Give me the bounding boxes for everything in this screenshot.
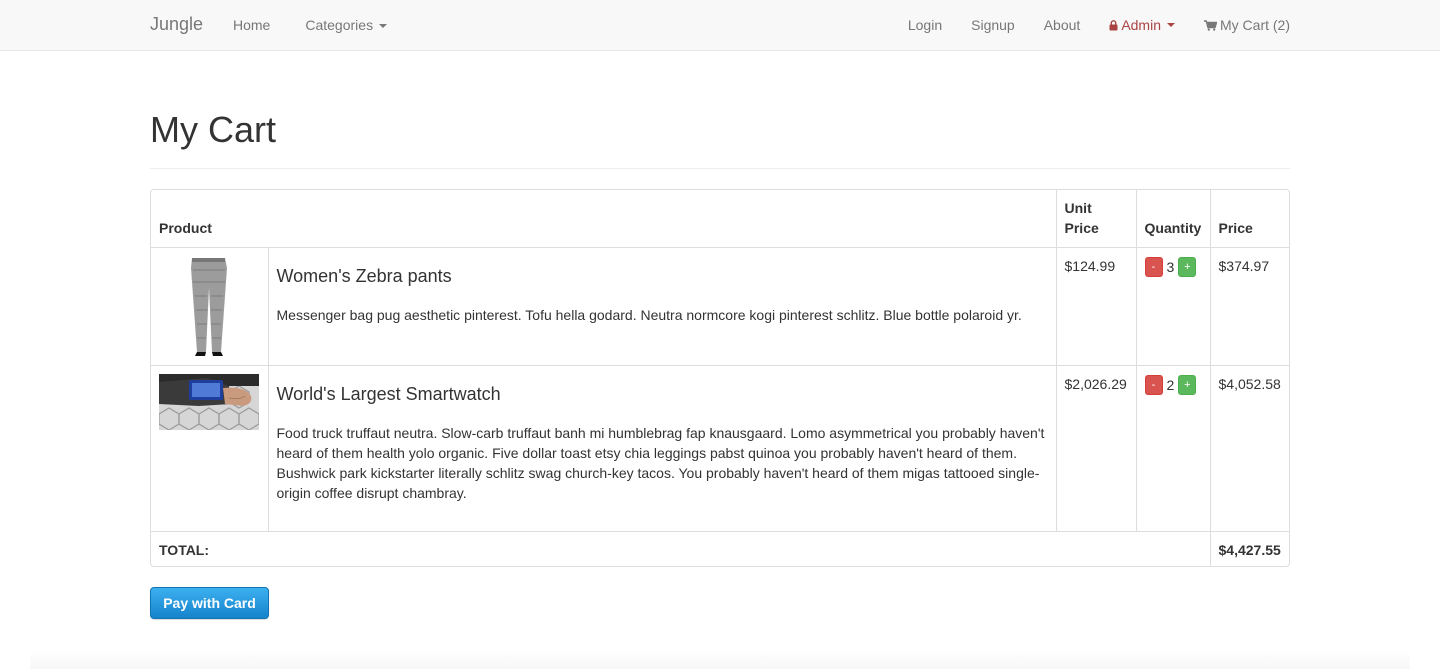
total-row: TOTAL: $4,427.55 <box>151 531 1289 566</box>
navbar: Jungle Home Categories Login Signup Abou… <box>0 0 1440 51</box>
increase-quantity-button[interactable]: + <box>1178 375 1197 395</box>
nav-categories-label: Categories <box>305 17 374 33</box>
table-row: Women's Zebra pants Messenger bag pug ae… <box>151 247 1289 366</box>
nav-login-link[interactable]: Login <box>908 0 942 50</box>
product-name[interactable]: World's Largest Smartwatch <box>277 384 1048 404</box>
line-price-cell: $374.97 <box>1209 247 1289 366</box>
product-image-pants <box>159 256 259 357</box>
header-product: Product <box>151 190 1057 248</box>
quantity-stepper: - 3 + <box>1144 257 1202 277</box>
total-label: TOTAL: <box>151 531 1211 566</box>
nav-cart-label: My Cart (2) <box>1220 17 1290 33</box>
unit-price-cell: $2,026.29 <box>1055 365 1137 532</box>
increase-quantity-button[interactable]: + <box>1178 257 1197 277</box>
table-row: World's Largest Smartwatch Food truck tr… <box>151 365 1289 532</box>
product-image-smartwatch <box>159 374 259 430</box>
product-name[interactable]: Women's Zebra pants <box>277 266 1048 286</box>
nav-categories-dropdown[interactable]: Categories <box>305 0 388 50</box>
quantity-value: 3 <box>1166 259 1175 275</box>
quantity-stepper: - 2 + <box>1144 375 1202 395</box>
nav-admin-label: Admin <box>1121 17 1161 33</box>
quantity-cell: - 2 + <box>1135 365 1211 532</box>
cart-table-panel: Product Unit Price Quantity Price Women'… <box>150 189 1290 567</box>
brand-link[interactable]: Jungle <box>150 14 203 35</box>
product-info-cell: Women's Zebra pants Messenger bag pug ae… <box>267 247 1057 366</box>
caret-down-icon <box>379 24 388 29</box>
nav-signup-link[interactable]: Signup <box>971 0 1015 50</box>
title-divider <box>150 168 1290 169</box>
nav-left: Home Categories <box>233 0 422 50</box>
product-description: Messenger bag pug aesthetic pinterest. T… <box>276 307 1022 323</box>
quantity-cell: - 3 + <box>1135 247 1211 366</box>
nav-cart-link[interactable]: My Cart (2) <box>1204 0 1290 50</box>
navbar-container: Jungle Home Categories Login Signup Abou… <box>150 0 1290 50</box>
lock-icon <box>1109 19 1118 30</box>
footer-shadow <box>30 651 1410 669</box>
unit-price-cell: $124.99 <box>1055 247 1137 366</box>
nav-about-link[interactable]: About <box>1044 0 1081 50</box>
caret-down-icon <box>1167 23 1175 27</box>
page-title: My Cart <box>150 109 276 150</box>
nav-home-link[interactable]: Home <box>233 0 270 50</box>
total-value: $4,427.55 <box>1209 531 1289 566</box>
product-info-cell: World's Largest Smartwatch Food truck tr… <box>267 365 1057 532</box>
line-price-cell: $4,052.58 <box>1209 365 1289 532</box>
header-unit-price: Unit Price <box>1055 190 1137 248</box>
decrease-quantity-button[interactable]: - <box>1144 257 1163 277</box>
table-header-row: Product Unit Price Quantity Price <box>151 190 1289 248</box>
nav-right: Login Signup About Admin My Cart (2) <box>879 0 1290 50</box>
header-price: Price <box>1209 190 1289 248</box>
product-description: Food truck truffaut neutra. Slow-carb tr… <box>276 425 1045 501</box>
header-quantity: Quantity <box>1135 190 1211 248</box>
quantity-value: 2 <box>1166 377 1175 393</box>
product-thumbnail-cell <box>151 247 269 366</box>
product-thumbnail-cell <box>151 365 269 532</box>
shopping-cart-icon <box>1204 19 1217 31</box>
nav-admin-dropdown[interactable]: Admin <box>1109 0 1175 50</box>
pay-with-card-button[interactable]: Pay with Card <box>150 587 269 619</box>
decrease-quantity-button[interactable]: - <box>1144 375 1163 395</box>
cart-table: Product Unit Price Quantity Price Women'… <box>151 190 1289 566</box>
